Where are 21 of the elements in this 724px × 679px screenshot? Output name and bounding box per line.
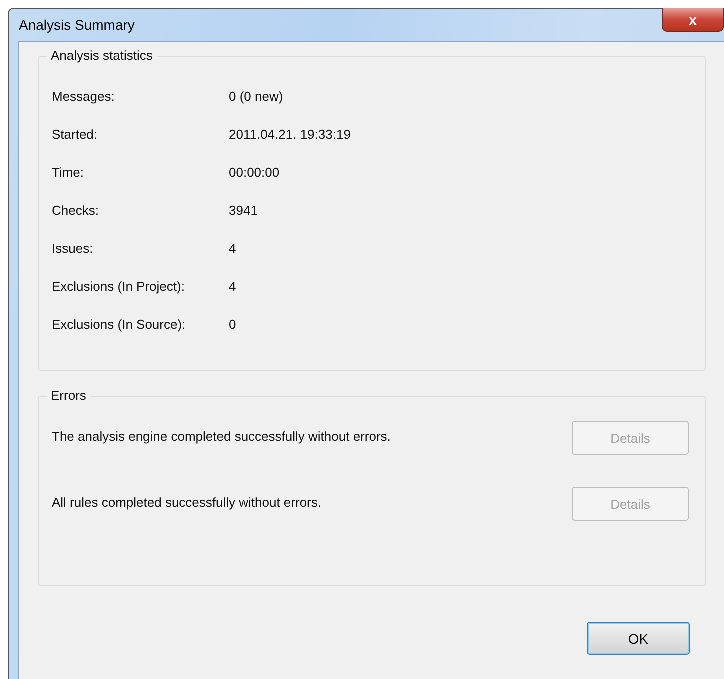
stat-value: 00:00:00 <box>229 164 280 180</box>
stat-value: 2011.04.21. 19:33:19 <box>229 126 351 142</box>
close-button[interactable]: x <box>662 8 724 32</box>
stat-label: Messages: <box>52 88 116 104</box>
stat-label: Time: <box>52 164 86 180</box>
stat-label: Exclusions (In Project): <box>52 278 186 294</box>
error-message: The analysis engine completed successfully without errors. <box>52 428 392 446</box>
window-title: Analysis Summary <box>19 17 135 33</box>
stat-label: Issues: <box>52 240 94 256</box>
stat-label: Checks: <box>52 202 100 218</box>
ok-button[interactable]: OK <box>587 622 690 655</box>
stat-label: Exclusions (In Source): <box>52 316 187 332</box>
stat-value: 0 <box>229 316 236 332</box>
stat-value: 4 <box>229 240 236 256</box>
stat-value: 4 <box>229 278 236 294</box>
stat-value: 3941 <box>229 202 258 218</box>
error-message: All rules completed successfully without errors. <box>52 494 322 512</box>
stat-label: Started: <box>52 126 99 142</box>
group-title: Analysis statistics <box>47 48 157 63</box>
group-title: Errors <box>47 388 90 403</box>
stat-value: 0 (0 new) <box>229 88 284 104</box>
